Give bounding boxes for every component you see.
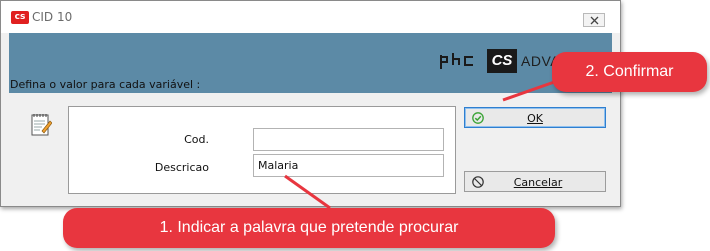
callout-confirm: 2. Confirmar (552, 52, 707, 92)
arrow-to-ok (502, 78, 561, 102)
arrow-to-descricao (284, 174, 331, 210)
callout-search-word: 1. Indicar a palavra que pretende procur… (63, 208, 555, 248)
